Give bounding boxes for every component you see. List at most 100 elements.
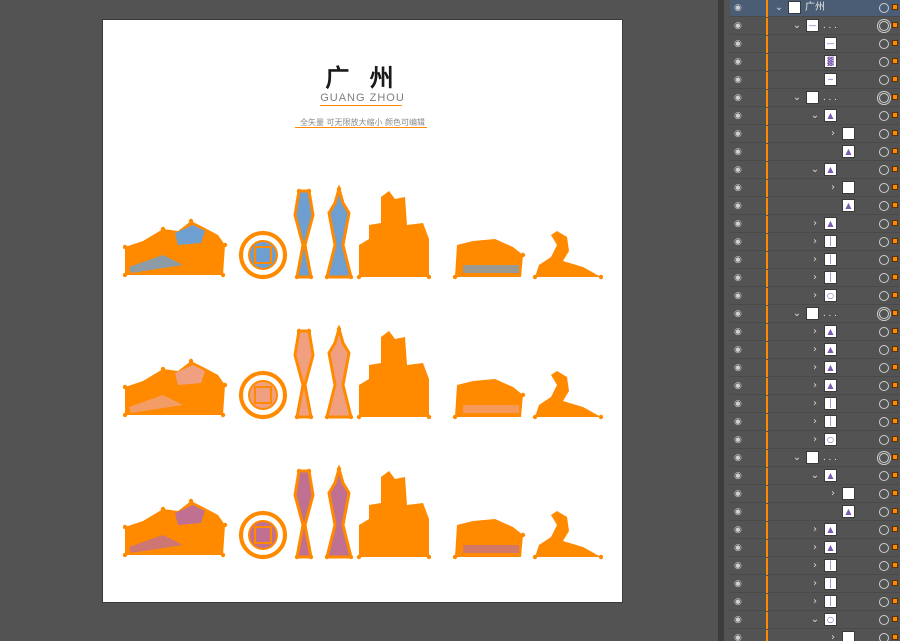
- layer-row[interactable]: ◉ › │: [730, 270, 900, 287]
- eye-icon[interactable]: ◉: [734, 129, 745, 139]
- layer-row[interactable]: ◉ › ▲: [730, 324, 900, 341]
- eye-icon[interactable]: ◉: [734, 75, 745, 85]
- layer-row[interactable]: ◉ › │: [730, 252, 900, 269]
- eye-icon[interactable]: ◉: [734, 597, 745, 607]
- chevron-right-icon[interactable]: ›: [810, 236, 820, 248]
- selection-indicator[interactable]: [892, 580, 898, 586]
- chevron-down-icon[interactable]: ⌄: [792, 20, 802, 32]
- eye-icon[interactable]: ◉: [734, 543, 745, 553]
- selection-indicator[interactable]: [892, 22, 898, 28]
- eye-icon[interactable]: ◉: [734, 633, 745, 641]
- chevron-down-icon[interactable]: ⌄: [792, 452, 802, 464]
- target-icon[interactable]: [879, 453, 889, 463]
- selection-indicator[interactable]: [892, 76, 898, 82]
- skyline-row-2[interactable]: [123, 325, 603, 425]
- layer-row[interactable]: ◉ › │: [730, 234, 900, 251]
- chevron-right-icon[interactable]: ›: [810, 398, 820, 410]
- chevron-down-icon[interactable]: ⌄: [810, 470, 820, 482]
- eye-icon[interactable]: ◉: [734, 435, 745, 445]
- selection-indicator[interactable]: [892, 256, 898, 262]
- layer-row[interactable]: ◉ ⌄ ▲: [730, 468, 900, 485]
- chevron-right-icon[interactable]: ›: [828, 128, 838, 140]
- skyline-artwork[interactable]: [123, 325, 603, 425]
- eye-icon[interactable]: ◉: [734, 57, 745, 67]
- selection-indicator[interactable]: [892, 58, 898, 64]
- target-icon[interactable]: [879, 237, 889, 247]
- layer-row[interactable]: ◉ ›: [730, 180, 900, 197]
- target-icon[interactable]: [879, 381, 889, 391]
- chevron-right-icon[interactable]: ›: [810, 344, 820, 356]
- layer-row[interactable]: ◉ ⌄ — . . .: [730, 18, 900, 35]
- eye-icon[interactable]: ◉: [734, 579, 745, 589]
- selection-indicator[interactable]: [892, 364, 898, 370]
- target-icon[interactable]: [879, 201, 889, 211]
- chevron-right-icon[interactable]: ›: [810, 434, 820, 446]
- target-icon[interactable]: [879, 129, 889, 139]
- target-icon[interactable]: [879, 615, 889, 625]
- layer-row[interactable]: ◉ ⌄ ▲: [730, 108, 900, 125]
- target-icon[interactable]: [879, 525, 889, 535]
- layer-row[interactable]: ◉ › ▲: [730, 540, 900, 557]
- target-icon[interactable]: [879, 57, 889, 67]
- target-icon[interactable]: [879, 327, 889, 337]
- chevron-right-icon[interactable]: ›: [828, 632, 838, 641]
- selection-indicator[interactable]: [892, 310, 898, 316]
- skyline-row-1[interactable]: [123, 185, 603, 285]
- chevron-right-icon[interactable]: ›: [810, 578, 820, 590]
- chevron-right-icon[interactable]: ›: [810, 272, 820, 284]
- selection-indicator[interactable]: [892, 616, 898, 622]
- target-icon[interactable]: [879, 255, 889, 265]
- target-icon[interactable]: [879, 561, 889, 571]
- eye-icon[interactable]: ◉: [734, 273, 745, 283]
- layer-row[interactable]: ◉ ─: [730, 72, 900, 89]
- layer-row[interactable]: ◉ ›: [730, 630, 900, 641]
- chevron-right-icon[interactable]: ›: [810, 524, 820, 536]
- selection-indicator[interactable]: [892, 562, 898, 568]
- eye-icon[interactable]: ◉: [734, 3, 745, 13]
- chevron-right-icon[interactable]: ›: [810, 596, 820, 608]
- target-icon[interactable]: [879, 399, 889, 409]
- layer-name[interactable]: . . .: [823, 307, 837, 321]
- eye-icon[interactable]: ◉: [734, 399, 745, 409]
- layer-row[interactable]: ◉ › │: [730, 558, 900, 575]
- eye-icon[interactable]: ◉: [734, 201, 745, 211]
- eye-icon[interactable]: ◉: [734, 561, 745, 571]
- layer-row[interactable]: ◉ › ▲: [730, 216, 900, 233]
- selection-indicator[interactable]: [892, 166, 898, 172]
- target-icon[interactable]: [879, 417, 889, 427]
- layer-row[interactable]: ◉ › ▲: [730, 360, 900, 377]
- layer-row[interactable]: ◉ ›: [730, 486, 900, 503]
- skyline-artwork[interactable]: [123, 185, 603, 285]
- selection-indicator[interactable]: [892, 454, 898, 460]
- layer-row[interactable]: ◉ › ▲: [730, 378, 900, 395]
- eye-icon[interactable]: ◉: [734, 309, 745, 319]
- selection-indicator[interactable]: [892, 184, 898, 190]
- chevron-down-icon[interactable]: ⌄: [774, 2, 784, 14]
- eye-icon[interactable]: ◉: [734, 345, 745, 355]
- selection-indicator[interactable]: [892, 436, 898, 442]
- selection-indicator[interactable]: [892, 202, 898, 208]
- target-icon[interactable]: [879, 579, 889, 589]
- target-icon[interactable]: [879, 147, 889, 157]
- chevron-down-icon[interactable]: ⌄: [810, 164, 820, 176]
- layer-row[interactable]: ◉ › ○: [730, 432, 900, 449]
- skyline-artwork[interactable]: [123, 465, 603, 565]
- selection-indicator[interactable]: [892, 544, 898, 550]
- layer-row[interactable]: ◉ ▲: [730, 144, 900, 161]
- target-icon[interactable]: [879, 435, 889, 445]
- eye-icon[interactable]: ◉: [734, 111, 745, 121]
- chevron-right-icon[interactable]: ›: [810, 380, 820, 392]
- selection-indicator[interactable]: [892, 292, 898, 298]
- target-icon[interactable]: [879, 39, 889, 49]
- eye-icon[interactable]: ◉: [734, 219, 745, 229]
- layer-name[interactable]: 广州: [805, 1, 825, 15]
- chevron-right-icon[interactable]: ›: [810, 362, 820, 374]
- chevron-right-icon[interactable]: ›: [810, 416, 820, 428]
- selection-indicator[interactable]: [892, 328, 898, 334]
- selection-indicator[interactable]: [892, 508, 898, 514]
- chevron-right-icon[interactable]: ›: [810, 326, 820, 338]
- eye-icon[interactable]: ◉: [734, 453, 745, 463]
- eye-icon[interactable]: ◉: [734, 507, 745, 517]
- chevron-down-icon[interactable]: ⌄: [810, 110, 820, 122]
- selection-indicator[interactable]: [892, 346, 898, 352]
